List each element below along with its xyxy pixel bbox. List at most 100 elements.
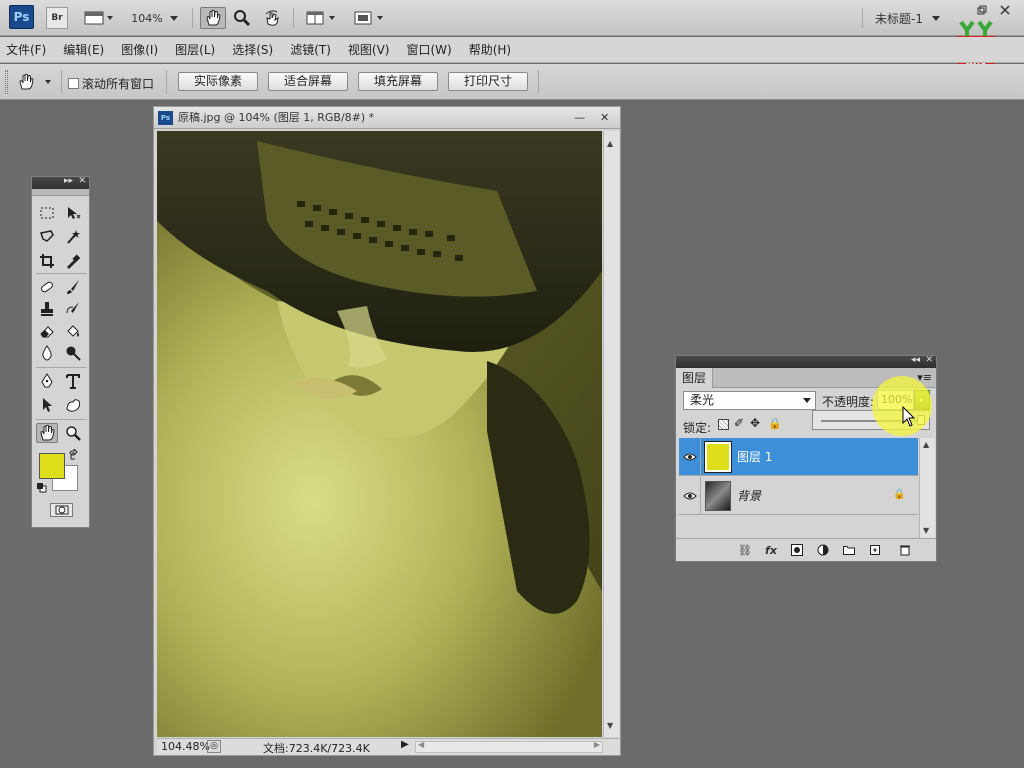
lock-position-icon[interactable]: ✥ <box>750 416 760 430</box>
scroll-all-windows-checkbox[interactable] <box>68 78 79 89</box>
fit-screen-button[interactable]: 适合屏幕 <box>268 72 348 91</box>
screen-mode-button[interactable] <box>350 7 388 29</box>
print-size-button[interactable]: 打印尺寸 <box>448 72 528 91</box>
hand-tool[interactable] <box>36 423 58 443</box>
zoom-tool-button[interactable] <box>230 7 254 29</box>
layers-scrollbar[interactable]: ▲ ▼ <box>919 438 935 538</box>
scroll-up-arrow-icon[interactable]: ▲ <box>923 440 929 449</box>
move-tool[interactable] <box>62 203 84 223</box>
foreground-color-swatch[interactable] <box>39 453 65 479</box>
path-selection-tool[interactable] <box>36 395 58 415</box>
blend-mode-value: 柔光 <box>690 393 715 407</box>
lasso-tool[interactable] <box>36 227 58 247</box>
lock-transparent-icon[interactable] <box>718 419 729 430</box>
new-layer-icon[interactable] <box>868 543 882 557</box>
healing-brush-tool[interactable] <box>36 277 58 297</box>
vertical-scrollbar[interactable]: ▲ ▼ <box>603 131 619 737</box>
link-layers-icon[interactable]: ⛓ <box>738 543 752 557</box>
marquee-tool[interactable] <box>36 203 58 223</box>
menu-file[interactable]: 文件(F) <box>6 41 46 58</box>
paint-bucket-tool[interactable] <box>62 321 84 341</box>
tab-layers[interactable]: 图层 <box>676 368 714 388</box>
scroll-right-arrow-icon[interactable]: ▶ <box>594 740 600 749</box>
status-menu-icon[interactable]: ◎ <box>207 740 221 753</box>
restore-button[interactable] <box>976 4 988 16</box>
layout-menu-button[interactable] <box>80 7 116 29</box>
zoom-percentage-field[interactable]: 104.48% <box>161 740 210 753</box>
scroll-all-windows-option[interactable]: 滚动所有窗口 <box>68 75 154 92</box>
scroll-down-arrow-icon[interactable]: ▼ <box>607 721 613 730</box>
blend-mode-dropdown[interactable]: 柔光 <box>683 391 816 410</box>
menu-image[interactable]: 图像(I) <box>121 41 158 58</box>
document-switcher[interactable]: 未标题-1 <box>868 7 948 29</box>
crop-tool[interactable] <box>36 251 58 271</box>
close-icon[interactable]: ✕ <box>925 355 933 365</box>
scroll-down-arrow-icon[interactable]: ▼ <box>923 526 929 535</box>
close-icon[interactable]: ✕ <box>78 176 86 186</box>
layer-name[interactable]: 背景 <box>737 477 761 515</box>
hand-tool-button[interactable] <box>200 7 226 29</box>
tool-preset-picker[interactable] <box>14 71 56 93</box>
panel-menu-icon[interactable]: ▾≡ <box>917 368 932 388</box>
pen-tool[interactable] <box>36 371 58 391</box>
menu-window[interactable]: 窗口(W) <box>406 41 451 58</box>
brush-tool[interactable] <box>62 277 84 297</box>
menu-select[interactable]: 选择(S) <box>232 41 273 58</box>
type-tool[interactable] <box>62 371 84 391</box>
scroll-left-arrow-icon[interactable]: ◀ <box>418 740 424 749</box>
status-expand-arrow-icon[interactable]: ▶ <box>401 739 409 750</box>
layer-row[interactable]: 图层 1 <box>679 438 918 476</box>
scroll-up-arrow-icon[interactable]: ▲ <box>607 139 613 148</box>
layer-row[interactable]: 背景 🔒 <box>679 477 918 515</box>
fx-icon[interactable]: fx <box>764 543 778 557</box>
rotate-view-button[interactable] <box>260 7 284 29</box>
trash-icon[interactable] <box>898 543 912 557</box>
layers-tab-bar: 图层 ▾≡ <box>676 368 936 388</box>
zoom-tool[interactable] <box>62 423 84 443</box>
close-doc-button[interactable]: ✕ <box>600 107 609 129</box>
collapse-icon[interactable]: ▸▸ <box>64 176 73 186</box>
menu-edit[interactable]: 编辑(E) <box>63 41 104 58</box>
menu-layer[interactable]: 图层(L) <box>175 41 215 58</box>
close-icon <box>1000 5 1010 15</box>
layer-name[interactable]: 图层 1 <box>737 438 772 476</box>
quick-mask-button[interactable] <box>50 503 73 517</box>
lock-pixels-icon[interactable]: ✐ <box>734 416 744 430</box>
add-mask-icon[interactable] <box>790 543 804 557</box>
dodge-tool[interactable] <box>62 343 84 363</box>
default-colors-icon <box>37 483 47 493</box>
tools-panel-header[interactable]: ▸▸ ✕ <box>32 176 89 189</box>
layers-panel-header[interactable]: ◂◂ ✕ <box>676 355 936 368</box>
adjustment-layer-icon[interactable] <box>816 543 830 557</box>
arrange-documents-button[interactable] <box>302 7 340 29</box>
fill-screen-button[interactable]: 填充屏幕 <box>358 72 438 91</box>
menu-filter[interactable]: 滤镜(T) <box>290 41 331 58</box>
new-group-icon[interactable] <box>842 543 856 557</box>
minimize-doc-button[interactable]: — <box>574 107 585 129</box>
actual-pixels-button[interactable]: 实际像素 <box>178 72 258 91</box>
horizontal-scrollbar[interactable]: ◀ ▶ <box>415 740 603 753</box>
custom-shape-tool[interactable] <box>62 395 84 415</box>
clone-stamp-tool[interactable] <box>36 299 58 319</box>
opacity-slider-toggle[interactable]: ▸ <box>914 390 930 410</box>
default-colors-button[interactable] <box>37 482 47 493</box>
opacity-slider-thumb[interactable] <box>917 415 925 425</box>
menu-view[interactable]: 视图(V) <box>348 41 390 58</box>
menu-help[interactable]: 帮助(H) <box>469 41 511 58</box>
collapse-icon[interactable]: ◂◂ <box>911 355 920 365</box>
visibility-toggle[interactable] <box>679 438 701 476</box>
history-brush-tool[interactable] <box>62 299 84 319</box>
eyedropper-tool[interactable] <box>62 251 84 271</box>
visibility-toggle[interactable] <box>679 477 701 515</box>
eraser-tool[interactable] <box>36 321 58 341</box>
zoom-level-dropdown[interactable]: 104% <box>126 7 184 29</box>
blur-tool[interactable] <box>36 343 58 363</box>
magic-wand-tool[interactable] <box>62 227 84 247</box>
lock-all-icon[interactable]: 🔒 <box>768 417 782 430</box>
bridge-button[interactable]: Br <box>46 7 68 29</box>
close-app-button[interactable] <box>998 4 1012 16</box>
document-title-bar[interactable]: Ps 原稿.jpg @ 104% (图层 1, RGB/8#) * — ✕ <box>154 107 620 129</box>
canvas-image[interactable] <box>157 131 602 737</box>
hand-icon <box>206 9 221 26</box>
swap-colors-button[interactable] <box>68 447 80 461</box>
